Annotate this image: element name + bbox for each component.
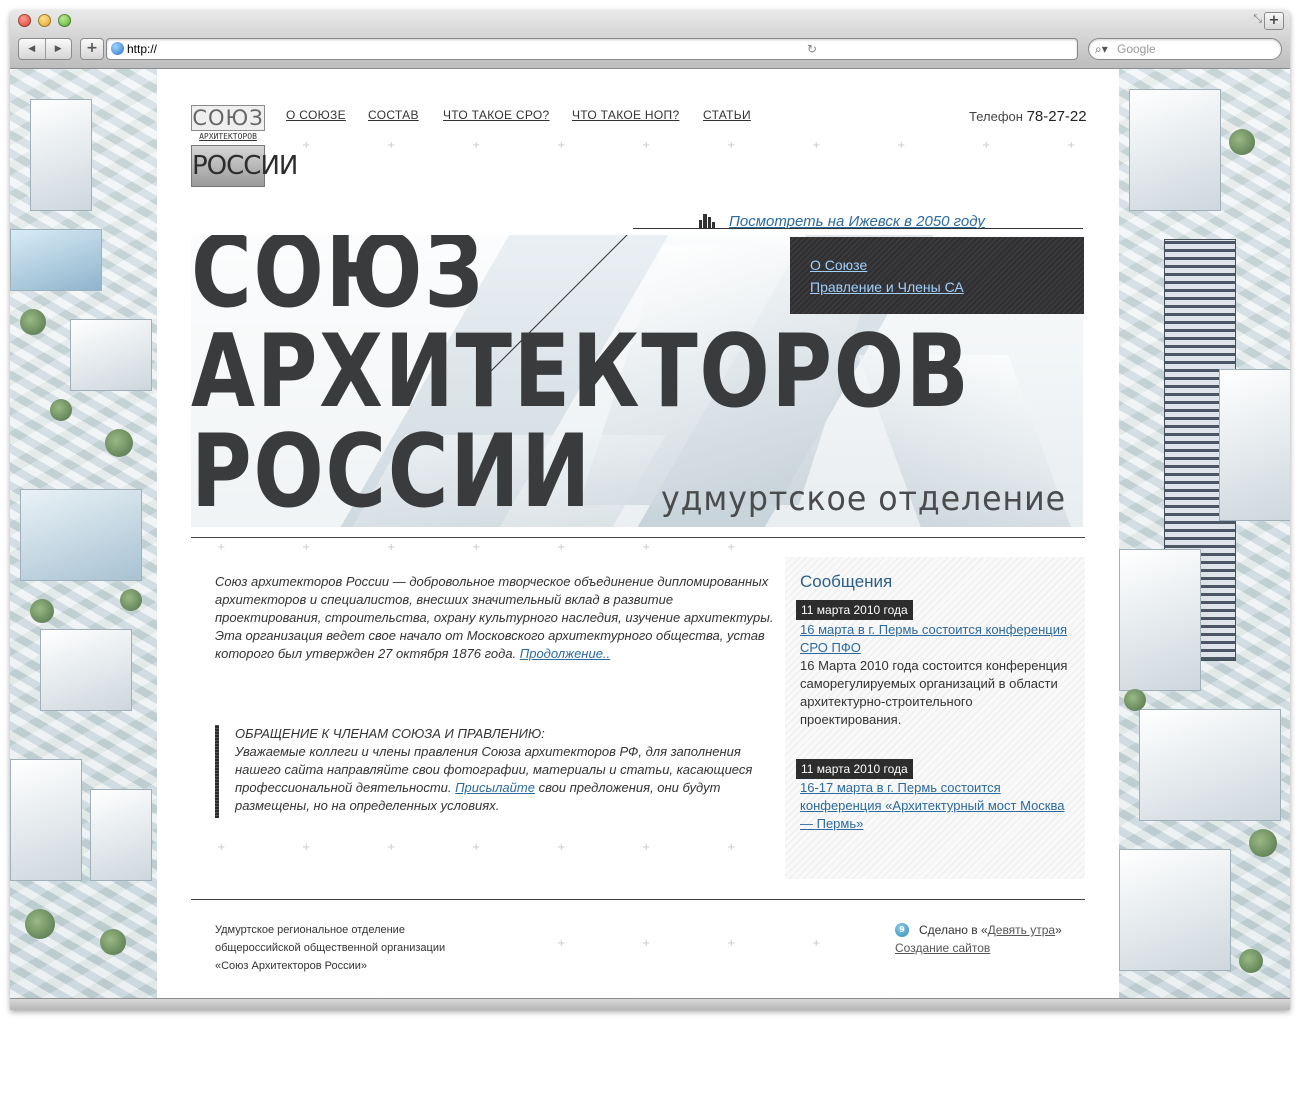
footer-org-line-2: общероссийской общественной организации xyxy=(215,942,446,954)
search-icon: ⌕▾ xyxy=(1095,42,1108,56)
nine-morning-logo-icon: 9 xyxy=(895,923,909,937)
buildings-icon xyxy=(699,214,715,228)
news-body: 16 Марта 2010 года состоится конференция… xyxy=(800,658,1068,727)
browser-window: ⤡ + ◀ ▶ + http:// ↻ ⌕▾ Google + + + + + … xyxy=(10,10,1290,1010)
made-by-suffix: » xyxy=(1055,923,1062,937)
footer-organization: Удмуртское региональное отделение общеро… xyxy=(215,921,495,975)
minimize-window-button[interactable] xyxy=(38,14,51,27)
appeal-heading: ОБРАЩЕНИЕ К ЧЛЕНАМ СОЮЗА И ПРАВЛЕНИЮ: xyxy=(235,726,545,741)
page-viewport: + + + + + + + + + + + + + + + + + + + + … xyxy=(10,69,1290,998)
browser-status-bar xyxy=(10,998,1290,1010)
phone-label: Телефон xyxy=(969,109,1023,124)
sites-line: Создание сайтов xyxy=(895,939,990,957)
agency-link[interactable]: Девять утра xyxy=(988,923,1055,937)
logo-line-2: АРХИТЕКТОРОВ xyxy=(199,132,257,141)
site-logo[interactable]: СОЮЗ АРХИТЕКТОРОВ РОССИИ xyxy=(191,105,298,187)
appeal-block: ОБРАЩЕНИЕ К ЧЛЕНАМ СОЮЗА И ПРАВЛЕНИЮ: Ув… xyxy=(215,725,775,818)
nav-articles[interactable]: СТАТЬИ xyxy=(703,107,751,123)
appeal-quote-bar xyxy=(215,725,219,818)
logo-line-1: СОЮЗ xyxy=(191,105,265,131)
nav-nop[interactable]: ЧТО ТАКОЕ НОП? xyxy=(572,107,679,123)
made-by-prefix: Сделано в « xyxy=(919,923,988,937)
search-field[interactable]: ⌕▾ Google xyxy=(1088,38,1282,60)
hero-subtitle: удмуртское отделение xyxy=(661,479,1067,519)
hero-title-line-3: РОССИИ xyxy=(191,412,593,527)
phone-contact: Телефон 78-27-22 xyxy=(969,108,1087,126)
city-illustration-right xyxy=(1119,69,1290,998)
news-headline-link[interactable]: 16-17 марта в г. Пермь состоится конфере… xyxy=(800,779,1075,833)
intro-body: Союз архитекторов России — добровольное … xyxy=(215,574,774,661)
nav-sro[interactable]: ЧТО ТАКОЕ СРО? xyxy=(443,107,550,123)
add-bookmark-button[interactable]: + xyxy=(80,38,104,60)
hero-submenu: О Союзе Правление и Члены СА xyxy=(790,237,1084,314)
send-link[interactable]: Присылайте xyxy=(455,780,535,795)
web-design-link[interactable]: Создание сайтов xyxy=(895,941,990,955)
logo-line-3: РОССИИ xyxy=(191,145,298,187)
close-window-button[interactable] xyxy=(18,14,31,27)
search-placeholder: Google xyxy=(1117,42,1156,56)
globe-icon xyxy=(111,42,124,55)
new-tab-button[interactable]: + xyxy=(1264,12,1284,30)
news-headline-link[interactable]: 16 марта в г. Пермь состоится конференци… xyxy=(800,621,1075,657)
back-button[interactable]: ◀ xyxy=(19,39,46,59)
submenu-about[interactable]: О Союзе xyxy=(810,256,867,274)
news-date: 11 марта 2010 года xyxy=(796,600,913,620)
intro-text: Союз архитекторов России — добровольное … xyxy=(215,573,775,663)
appeal-text: ОБРАЩЕНИЕ К ЧЛЕНАМ СОЮЗА И ПРАВЛЕНИЮ: Ув… xyxy=(235,725,755,815)
future-link-rule xyxy=(633,228,1083,229)
phone-number: 78-27-22 xyxy=(1026,108,1087,125)
address-text[interactable]: http:// xyxy=(127,39,157,59)
made-by-line: Сделано в «Девять утра» xyxy=(919,921,1062,939)
fullscreen-icon[interactable]: ⤡ xyxy=(1253,12,1262,26)
history-buttons: ◀ ▶ xyxy=(18,38,72,60)
footer-org-line-3: «Союз Архитекторов России» xyxy=(215,960,368,972)
browser-toolbar: ⤡ + ◀ ▶ + http:// ↻ ⌕▾ Google xyxy=(10,10,1290,69)
news-date: 11 марта 2010 года xyxy=(796,759,913,779)
nav-about[interactable]: О СОЮЗЕ xyxy=(286,107,346,123)
reload-icon[interactable]: ↻ xyxy=(807,39,817,59)
news-title: Сообщения xyxy=(800,572,893,591)
zoom-window-button[interactable] xyxy=(58,14,71,27)
news-panel: Сообщения 11 марта 2010 года 16 марта в … xyxy=(785,557,1085,879)
forward-button[interactable]: ▶ xyxy=(46,39,72,59)
future-link[interactable]: Посмотреть на Ижевск в 2050 году xyxy=(729,212,985,232)
page-content: + + + + + + + + + + + + + + + + + + + + … xyxy=(157,69,1119,998)
address-bar[interactable]: http:// ↻ xyxy=(106,38,1078,60)
footer-rule xyxy=(191,899,1085,900)
nav-members[interactable]: СОСТАВ xyxy=(368,107,419,123)
city-illustration-left xyxy=(10,69,157,998)
footer-org-line-1: Удмуртское региональное отделение xyxy=(215,924,405,936)
read-more-link[interactable]: Продолжение.. xyxy=(520,646,610,661)
submenu-board[interactable]: Правление и Члены СА xyxy=(810,278,964,296)
hero-bottom-rule xyxy=(191,537,1085,538)
